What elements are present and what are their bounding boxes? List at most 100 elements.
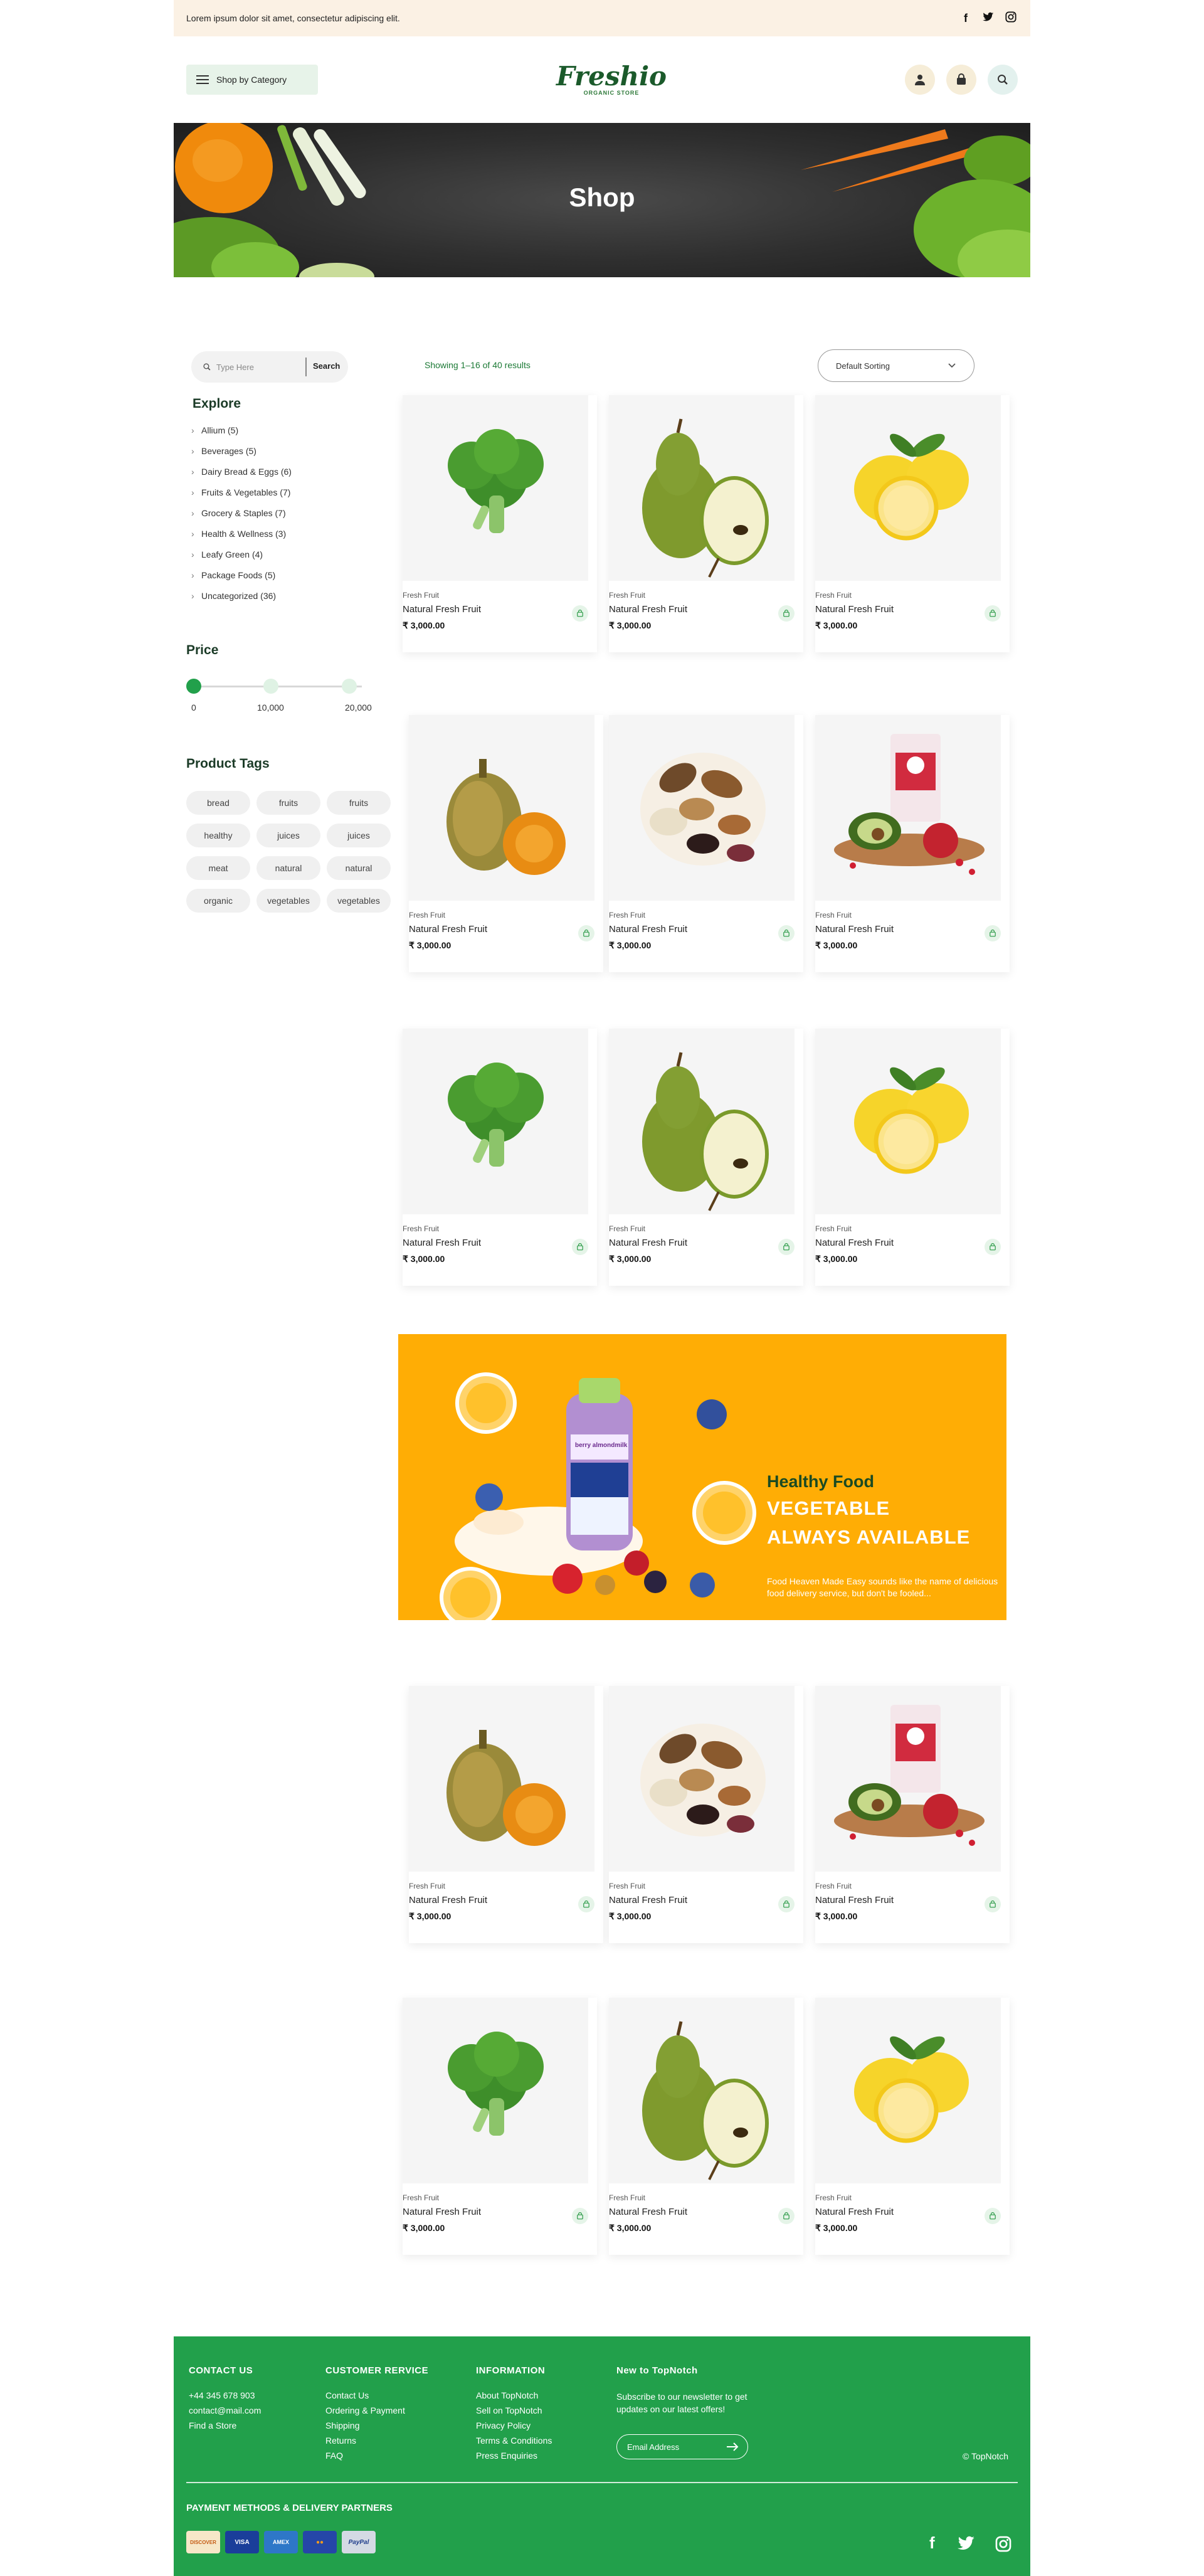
product-image-lemon[interactable] <box>815 395 1001 581</box>
search-icon[interactable] <box>988 65 1018 95</box>
tag-juices[interactable]: juices <box>327 824 391 847</box>
product-name[interactable]: Natural Fresh Fruit <box>409 924 487 935</box>
product-image-pomegranate-drink[interactable] <box>815 1686 1001 1872</box>
product-name[interactable]: Natural Fresh Fruit <box>609 1238 687 1248</box>
user-icon[interactable] <box>905 65 935 95</box>
tag-vegetables[interactable]: vegetables <box>327 889 391 913</box>
product-card[interactable]: Fresh Fruit Natural Fresh Fruit ₹ 3,000.00 <box>609 395 803 652</box>
price-slider-handle[interactable] <box>186 679 201 694</box>
add-to-cart-icon[interactable] <box>985 2208 1001 2224</box>
footer-link[interactable]: Returns <box>325 2433 405 2448</box>
tag-juices[interactable]: juices <box>256 824 320 847</box>
product-image-pear[interactable] <box>609 1998 795 2183</box>
add-to-cart-icon[interactable] <box>985 925 1001 941</box>
add-to-cart-icon[interactable] <box>572 1239 588 1255</box>
footer-email[interactable]: contact@mail.com <box>189 2403 261 2418</box>
add-to-cart-icon[interactable] <box>578 925 594 941</box>
product-card[interactable]: Fresh Fruit Natural Fresh Fruit ₹ 3,000.00 <box>609 715 803 972</box>
product-card[interactable]: Fresh Fruit Natural Fresh Fruit ₹ 3,000.00 <box>815 715 1010 972</box>
sort-dropdown[interactable]: Default Sorting <box>818 349 974 382</box>
product-name[interactable]: Natural Fresh Fruit <box>609 604 687 615</box>
sidebar-search-input[interactable]: Type Here Search <box>191 351 348 383</box>
footer-link[interactable]: Contact Us <box>325 2388 405 2403</box>
product-image-pomegranate-drink[interactable] <box>815 715 1001 901</box>
product-name[interactable]: Natural Fresh Fruit <box>815 1238 894 1248</box>
add-to-cart-icon[interactable] <box>985 1896 1001 1912</box>
footer-twitter-icon[interactable] <box>958 2536 975 2555</box>
add-to-cart-icon[interactable] <box>985 605 1001 622</box>
category-item[interactable]: Fruits & Vegetables (7) <box>191 482 292 503</box>
product-image-lemon[interactable] <box>815 1029 1001 1214</box>
product-card[interactable]: Fresh Fruit Natural Fresh Fruit ₹ 3,000.00 <box>609 1686 803 1943</box>
tag-bread[interactable]: bread <box>186 791 250 815</box>
product-image-pear[interactable] <box>609 1029 795 1214</box>
add-to-cart-icon[interactable] <box>778 1896 795 1912</box>
product-card[interactable]: Fresh Fruit Natural Fresh Fruit ₹ 3,000.00 <box>609 1998 803 2255</box>
category-item[interactable]: Leafy Green (4) <box>191 544 292 565</box>
footer-link[interactable]: Ordering & Payment <box>325 2403 405 2418</box>
footer-facebook-icon[interactable]: f <box>929 2533 935 2553</box>
product-name[interactable]: Natural Fresh Fruit <box>403 1238 481 1248</box>
category-item[interactable]: Grocery & Staples (7) <box>191 503 292 524</box>
product-card[interactable]: Fresh Fruit Natural Fresh Fruit ₹ 3,000.00 <box>403 1998 597 2255</box>
instagram-icon[interactable] <box>1004 11 1018 26</box>
product-image-broccoli[interactable] <box>403 395 588 581</box>
product-image-broccoli[interactable] <box>403 1998 588 2183</box>
bag-icon[interactable] <box>946 65 976 95</box>
product-image-broccoli[interactable] <box>403 1029 588 1214</box>
tag-fruits[interactable]: fruits <box>256 791 320 815</box>
twitter-icon[interactable] <box>981 12 995 25</box>
footer-link[interactable]: Sell on TopNotch <box>476 2403 552 2418</box>
product-card[interactable]: Fresh Fruit Natural Fresh Fruit ₹ 3,000.00 <box>403 1029 597 1286</box>
tag-natural[interactable]: natural <box>256 856 320 880</box>
footer-instagram-icon[interactable] <box>995 2536 1011 2557</box>
newsletter-email-input[interactable]: Email Address <box>616 2434 748 2459</box>
search-button[interactable]: Search <box>313 361 340 371</box>
product-name[interactable]: Natural Fresh Fruit <box>609 2207 687 2217</box>
product-card[interactable]: Fresh Fruit Natural Fresh Fruit ₹ 3,000.00 <box>409 1686 603 1943</box>
shop-by-category-button[interactable]: Shop by Category <box>186 65 318 95</box>
footer-find-store[interactable]: Find a Store <box>189 2418 261 2433</box>
product-image-nuts[interactable] <box>609 715 795 901</box>
product-image-lemon[interactable] <box>815 1998 1001 2183</box>
footer-link[interactable]: About TopNotch <box>476 2388 552 2403</box>
tag-healthy[interactable]: healthy <box>186 824 250 847</box>
category-item[interactable]: Dairy Bread & Eggs (6) <box>191 462 292 482</box>
product-card[interactable]: Fresh Fruit Natural Fresh Fruit ₹ 3,000.00 <box>815 1686 1010 1943</box>
add-to-cart-icon[interactable] <box>778 925 795 941</box>
product-image-nuts[interactable] <box>609 1686 795 1872</box>
tag-organic[interactable]: organic <box>186 889 250 913</box>
add-to-cart-icon[interactable] <box>578 1896 594 1912</box>
footer-phone[interactable]: +44 345 678 903 <box>189 2388 261 2403</box>
tag-vegetables[interactable]: vegetables <box>256 889 320 913</box>
product-name[interactable]: Natural Fresh Fruit <box>409 1895 487 1905</box>
product-name[interactable]: Natural Fresh Fruit <box>403 2207 481 2217</box>
category-item[interactable]: Package Foods (5) <box>191 565 292 586</box>
footer-link[interactable]: Shipping <box>325 2418 405 2433</box>
tag-natural[interactable]: natural <box>327 856 391 880</box>
product-name[interactable]: Natural Fresh Fruit <box>609 1895 687 1905</box>
add-to-cart-icon[interactable] <box>572 2208 588 2224</box>
arrow-right-icon[interactable] <box>726 2442 739 2451</box>
footer-link[interactable]: Press Enquiries <box>476 2448 552 2463</box>
add-to-cart-icon[interactable] <box>778 1239 795 1255</box>
product-name[interactable]: Natural Fresh Fruit <box>815 604 894 615</box>
product-image-squash[interactable] <box>409 715 594 901</box>
product-name[interactable]: Natural Fresh Fruit <box>609 924 687 935</box>
product-image-squash[interactable] <box>409 1686 594 1872</box>
product-name[interactable]: Natural Fresh Fruit <box>815 2207 894 2217</box>
product-card[interactable]: Fresh Fruit Natural Fresh Fruit ₹ 3,000.00 <box>403 395 597 652</box>
tag-meat[interactable]: meat <box>186 856 250 880</box>
product-name[interactable]: Natural Fresh Fruit <box>815 924 894 935</box>
logo[interactable]: Freshio ORGANIC STORE <box>556 63 667 97</box>
product-card[interactable]: Fresh Fruit Natural Fresh Fruit ₹ 3,000.00 <box>609 1029 803 1286</box>
promo-banner[interactable]: berry almondmilk Healthy Food VEGETABLE … <box>398 1334 1006 1620</box>
add-to-cart-icon[interactable] <box>572 605 588 622</box>
category-item[interactable]: Beverages (5) <box>191 441 292 462</box>
footer-link[interactable]: Privacy Policy <box>476 2418 552 2433</box>
product-card[interactable]: Fresh Fruit Natural Fresh Fruit ₹ 3,000.00 <box>409 715 603 972</box>
facebook-icon[interactable]: f <box>959 12 973 25</box>
category-item[interactable]: Uncategorized (36) <box>191 586 292 607</box>
product-image-pear[interactable] <box>609 395 795 581</box>
footer-link[interactable]: FAQ <box>325 2448 405 2463</box>
